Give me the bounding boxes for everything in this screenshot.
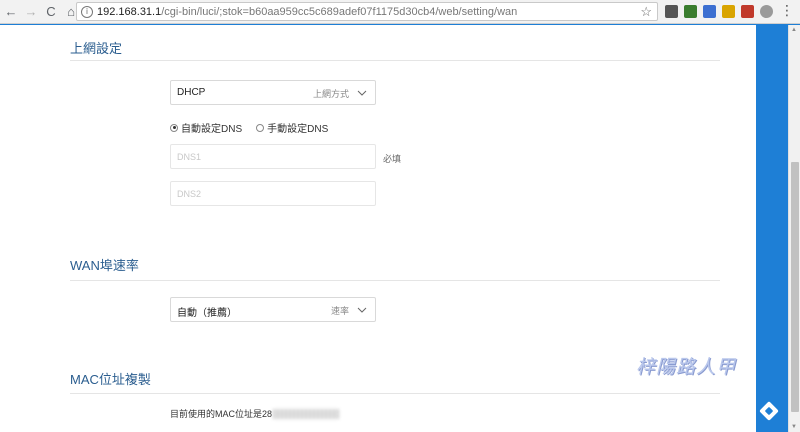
radio-unselected-icon — [256, 123, 265, 132]
dns-auto-label: 自動設定DNS — [181, 124, 243, 135]
bookmark-star-icon[interactable]: ☆ — [640, 4, 652, 20]
forward-icon[interactable]: → — [22, 3, 40, 21]
url-path: /cgi-bin/luci/;stok=b60aa959cc5c689adef0… — [161, 5, 518, 18]
dns-auto-radio[interactable]: 自動設定DNS — [170, 120, 242, 135]
wan-settings-title: 上網設定 — [70, 41, 123, 56]
site-info-icon[interactable]: i — [81, 5, 93, 18]
connection-type-value: DHCP — [177, 87, 206, 98]
dns1-input[interactable] — [170, 144, 376, 169]
address-bar[interactable]: i 192.168.31.1/cgi-bin/luci/;stok=b60aa9… — [76, 2, 658, 21]
chevron-down-icon — [357, 307, 367, 313]
browser-toolbar: ← → C ⌂ i 192.168.31.1/cgi-bin/luci/;sto… — [0, 0, 800, 24]
required-label: 必填 — [383, 154, 402, 164]
scroll-down-icon[interactable]: ▼ — [791, 424, 797, 430]
extension-icon-1[interactable] — [665, 5, 678, 18]
url-host: 192.168.31.1 — [97, 5, 162, 18]
wan-speed-hint: 速率 — [330, 306, 349, 316]
current-mac-line: 目前使用的MAC位址是28 — [170, 407, 340, 420]
browser-menu-icon[interactable]: ⋮ — [780, 3, 794, 19]
dns2-input[interactable] — [170, 181, 376, 206]
radio-selected-icon — [170, 123, 178, 132]
chat-extension-icon[interactable] — [760, 5, 773, 18]
wan-speed-title: WAN埠速率 — [70, 258, 139, 273]
extension-icon-2[interactable] — [684, 5, 697, 18]
chevron-down-icon — [357, 90, 367, 96]
scroll-thumb[interactable] — [791, 162, 799, 412]
section-divider — [70, 60, 720, 61]
translate-extension-icon[interactable] — [703, 5, 716, 18]
dns-manual-radio[interactable]: 手動設定DNS — [256, 120, 328, 135]
watermark-text: 梓陽路人甲 — [636, 356, 737, 378]
page-side-band — [756, 25, 788, 432]
section-divider — [70, 393, 720, 394]
connection-type-select[interactable]: DHCP 上網方式 — [170, 80, 376, 105]
connection-type-hint: 上網方式 — [312, 89, 349, 99]
reload-icon[interactable]: C — [42, 3, 60, 21]
section-divider — [70, 280, 720, 281]
extension-icon-4[interactable] — [722, 5, 735, 18]
dns-manual-label: 手動設定DNS — [267, 124, 329, 135]
back-icon[interactable]: ← — [2, 3, 20, 21]
scroll-up-icon[interactable]: ▲ — [791, 27, 797, 33]
page-scrollbar[interactable]: ▲ ▼ — [788, 25, 800, 432]
current-mac-label: 目前使用的MAC位址是28 — [170, 409, 273, 419]
dns-mode-group: 自動設定DNS 手動設定DNS — [170, 120, 342, 135]
mac-clone-title: MAC位址複製 — [70, 372, 151, 387]
gmail-extension-icon[interactable] — [741, 5, 754, 18]
wan-speed-value: 自動（推薦） — [177, 308, 237, 319]
wan-speed-select[interactable]: 自動（推薦） 速率 — [170, 297, 376, 322]
mac-address-redacted — [273, 408, 340, 419]
